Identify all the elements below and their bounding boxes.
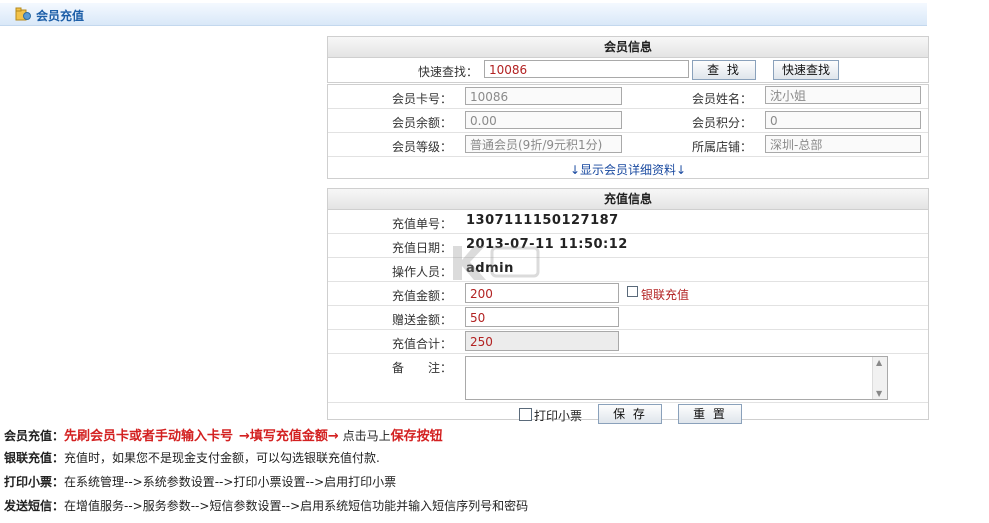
watermark-logo <box>453 246 540 280</box>
date-row: 充值日期： 2013-07-11 11:50:12 <box>328 234 928 258</box>
remark-scrollbar[interactable]: ▲ ▼ <box>872 357 887 399</box>
note-recharge-step3: 保存按钮 <box>390 429 443 444</box>
quick-search-row: 快速查找： 10086 查 找 快速查找 <box>328 58 928 82</box>
remark-textarea[interactable] <box>465 356 888 400</box>
unionpay-checkbox[interactable] <box>627 286 638 297</box>
gift-label: 赠送金额： <box>391 313 452 327</box>
card-no-field: 10086 <box>465 87 622 105</box>
card-no-label: 会员卡号： <box>391 92 452 106</box>
member-row-1: 会员卡号： 10086 会员姓名： 沈小姐 <box>328 85 928 109</box>
print-ticket-label: 打印小票 <box>534 409 583 423</box>
note-sms: 发送短信：在增值服务-->服务参数-->短信参数设置-->启用系统短信功能并输入… <box>4 497 528 514</box>
member-info-panel: 会员信息 快速查找： 10086 查 找 快速查找 <box>327 36 929 83</box>
note-recharge: 会员充值：先刷会员卡或者手动输入卡号 →填写充值金额→ 点击马上保存按钮 <box>4 425 443 444</box>
gift-input[interactable]: 50 <box>465 307 619 327</box>
order-no-row: 充值单号： 1307111150127187 <box>328 210 928 234</box>
recharge-info-panel: 充值信息 充值单号： 1307111150127187 充值日期： 2013-0… <box>327 188 929 424</box>
member-name-field: 沈小姐 <box>765 86 921 104</box>
store-field: 深圳-总部 <box>765 135 921 153</box>
order-no-value: 1307111150127187 <box>466 213 619 228</box>
store-label: 所属店铺： <box>691 140 752 154</box>
quick-search-input[interactable]: 10086 <box>484 60 689 78</box>
note-sms-title: 发送短信： <box>4 499 65 513</box>
print-ticket-checkbox[interactable] <box>519 408 532 421</box>
operator-label: 操作人员： <box>391 265 452 279</box>
date-label: 充值日期： <box>391 241 452 255</box>
level-field: 普通会员(9折/9元积1分) <box>465 135 622 153</box>
scroll-down-icon[interactable]: ▼ <box>876 389 882 398</box>
order-no-label: 充值单号： <box>391 217 452 231</box>
points-label: 会员积分： <box>691 116 752 130</box>
operator-row: 操作人员： admin <box>328 258 928 282</box>
save-button[interactable]: 保 存 <box>598 404 662 424</box>
gift-row: 赠送金额： 50 <box>328 306 928 330</box>
scroll-up-icon[interactable]: ▲ <box>876 358 882 367</box>
quick-search-label: 快速查找： <box>417 65 478 79</box>
note-recharge-plain: 点击马上 <box>338 429 391 443</box>
actions-row: 打印小票 保 存 重 置 <box>328 403 928 425</box>
detail-link-row: ↓显示会员详细资料↓ <box>328 157 928 179</box>
remark-label: 备 注： <box>391 361 452 375</box>
page-title: 会员充值 <box>36 9 85 23</box>
note-print: 打印小票：在系统管理-->系统参数设置-->打印小票设置-->启用打印小票 <box>4 473 396 490</box>
show-details-link[interactable]: ↓显示会员详细资料↓ <box>328 161 928 178</box>
reset-button[interactable]: 重 置 <box>678 404 742 424</box>
note-print-title: 打印小票： <box>4 475 65 489</box>
note-recharge-step1: 先刷会员卡或者手动输入卡号 <box>64 429 234 444</box>
remark-row: 备 注： ▲ ▼ <box>328 354 928 403</box>
note-unionpay-text: 充值时，如果您不是现金支付金额，可以勾选银联充值付款. <box>64 451 380 465</box>
balance-field: 0.00 <box>465 111 622 129</box>
balance-label: 会员余额： <box>391 116 452 130</box>
amount-row: 充值金额： 200 银联充值 <box>328 282 928 306</box>
member-row-3: 会员等级： 普通会员(9折/9元积1分) 所属店铺： 深圳-总部 <box>328 133 928 157</box>
level-label: 会员等级： <box>391 140 452 154</box>
member-name-label: 会员姓名： <box>691 92 752 106</box>
amount-input[interactable]: 200 <box>465 283 619 303</box>
total-field: 250 <box>465 331 619 351</box>
total-label: 充值合计： <box>391 337 452 351</box>
recharge-info-heading: 充值信息 <box>328 189 928 210</box>
note-print-text: 在系统管理-->系统参数设置-->打印小票设置-->启用打印小票 <box>64 475 397 489</box>
member-info-heading: 会员信息 <box>328 37 928 58</box>
find-button[interactable]: 查 找 <box>692 60 756 80</box>
unionpay-label: 银联充值 <box>641 288 690 302</box>
member-row-2: 会员余额： 0.00 会员积分： 0 <box>328 109 928 133</box>
note-sms-text: 在增值服务-->服务参数-->短信参数设置-->启用系统短信功能并输入短信序列号… <box>64 499 529 513</box>
amount-label: 充值金额： <box>391 289 452 303</box>
note-recharge-step2: →填写充值金额→ <box>239 429 339 444</box>
note-recharge-title: 会员充值： <box>4 429 65 443</box>
note-unionpay-title: 银联充值： <box>4 451 65 465</box>
note-unionpay: 银联充值：充值时，如果您不是现金支付金额，可以勾选银联充值付款. <box>4 449 380 466</box>
member-details-panel: 会员卡号： 10086 会员姓名： 沈小姐 会员余额： 0.00 会员积分： 0… <box>327 84 929 179</box>
total-row: 充值合计： 250 <box>328 330 928 354</box>
folder-edit-icon <box>15 7 31 21</box>
quick-find-button[interactable]: 快速查找 <box>773 60 839 80</box>
points-field: 0 <box>765 111 921 129</box>
page-title-bar: 会员充值 <box>0 3 927 26</box>
